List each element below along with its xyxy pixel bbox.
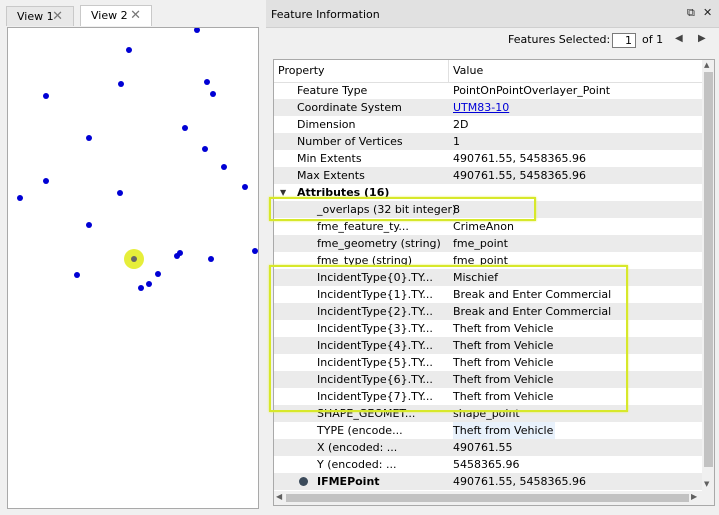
table-row[interactable]: Min Extents 490761.55, 5458365.96 — [274, 150, 702, 167]
property-cell: Dimension — [297, 118, 356, 131]
table-row[interactable]: Max Extents 490761.55, 5458365.96 — [274, 167, 702, 184]
geometry-row[interactable]: IFMEPoint 490761.55, 5458365.96 — [274, 473, 702, 490]
value-cell: Theft from Vehicle — [453, 422, 556, 439]
tab-view-1[interactable]: View 1 ✕ — [6, 6, 74, 26]
vertical-scrollbar[interactable]: ▲ ▼ — [702, 60, 714, 491]
property-cell: Min Extents — [297, 152, 362, 165]
close-panel-icon[interactable]: ✕ — [703, 6, 712, 19]
point — [43, 93, 49, 99]
feature-count-label: of 1 — [642, 33, 664, 46]
point — [118, 81, 124, 87]
geometry-label: IFMEPoint — [317, 475, 380, 488]
point — [210, 91, 216, 97]
vertical-scroll-thumb[interactable] — [704, 72, 713, 467]
selected-point[interactable] — [131, 256, 137, 262]
point — [43, 178, 49, 184]
property-cell: Number of Vertices — [297, 135, 403, 148]
table-row[interactable]: Dimension 2D — [274, 116, 702, 133]
scroll-right-icon[interactable]: ▶ — [691, 492, 697, 501]
value-cell: 490761.55, 5458365.96 — [453, 152, 586, 165]
point — [221, 164, 227, 170]
value-cell: 2D — [453, 118, 469, 131]
tab-view-2[interactable]: View 2 ✕ — [80, 5, 152, 26]
view-tabs: View 1 ✕ View 2 ✕ — [0, 4, 264, 26]
value-cell: 1 — [453, 135, 460, 148]
tab-view-2-label: View 2 — [91, 9, 128, 22]
value-cell: 5458365.96 — [453, 458, 520, 471]
scroll-up-icon[interactable]: ▲ — [704, 61, 709, 69]
column-divider[interactable] — [448, 60, 449, 82]
point — [242, 184, 248, 190]
property-cell: TYPE (encode... — [317, 424, 403, 437]
point — [74, 272, 80, 278]
table-row[interactable]: Coordinate System UTM83-10 — [274, 99, 702, 116]
map-pane: View 1 ✕ View 2 ✕ — [0, 0, 264, 515]
scroll-down-icon[interactable]: ▼ — [704, 480, 709, 488]
feature-index-input[interactable]: 1 — [612, 33, 636, 48]
property-cell: Max Extents — [297, 169, 365, 182]
property-cell: Feature Type — [297, 84, 368, 97]
property-cell: X (encoded: ... — [317, 441, 398, 454]
close-icon[interactable]: ✕ — [52, 7, 63, 27]
point — [194, 28, 200, 33]
horizontal-scroll-thumb[interactable] — [286, 494, 689, 502]
value-cell: 490761.55, 5458365.96 — [453, 475, 586, 488]
feature-information-panel: Feature Information ⧉ ✕ Features Selecte… — [266, 0, 719, 515]
point — [86, 135, 92, 141]
point — [174, 253, 180, 259]
value-cell: 490761.55 — [453, 441, 513, 454]
panel-title: Feature Information — [271, 8, 380, 21]
column-header-value[interactable]: Value — [453, 64, 483, 77]
tab-view-1-label: View 1 — [17, 10, 54, 23]
table-row[interactable]: TYPE (encode... Theft from Vehicle — [274, 422, 702, 439]
point — [202, 146, 208, 152]
point — [182, 125, 188, 131]
previous-feature-icon[interactable]: ◀ — [675, 33, 683, 44]
features-selected-label: Features Selected: — [508, 33, 611, 46]
coordinate-system-link[interactable]: UTM83-10 — [453, 99, 509, 116]
horizontal-scrollbar[interactable]: ◀ ▶ — [274, 491, 702, 505]
point — [138, 285, 144, 291]
close-icon[interactable]: ✕ — [130, 6, 141, 26]
incident-types-highlight-box — [269, 265, 628, 412]
table-row[interactable]: X (encoded: ... 490761.55 — [274, 439, 702, 456]
point — [208, 256, 214, 262]
panel-title-bar: Feature Information ⧉ ✕ — [266, 0, 719, 28]
property-cell: Coordinate System — [297, 101, 402, 114]
map-canvas[interactable] — [7, 27, 259, 509]
scroll-left-icon[interactable]: ◀ — [276, 492, 282, 501]
point — [146, 281, 152, 287]
table-row[interactable]: Number of Vertices 1 — [274, 133, 702, 150]
column-header-property[interactable]: Property — [278, 64, 325, 77]
point-geometry-icon — [299, 477, 308, 486]
point — [17, 195, 23, 201]
point — [155, 271, 161, 277]
property-cell: Y (encoded: ... — [317, 458, 397, 471]
point — [86, 222, 92, 228]
point — [117, 190, 123, 196]
table-row[interactable]: Feature Type PointOnPointOverlayer_Point — [274, 82, 702, 99]
point — [204, 79, 210, 85]
table-header: Property Value — [274, 60, 702, 83]
table-row[interactable]: fme_geometry (string) fme_point — [274, 235, 702, 252]
overlaps-highlight-box — [269, 197, 536, 221]
value-cell: PointOnPointOverlayer_Point — [453, 84, 611, 97]
property-cell: fme_geometry (string) — [317, 237, 441, 250]
table-row[interactable]: Y (encoded: ... 5458365.96 — [274, 456, 702, 473]
next-feature-icon[interactable]: ▶ — [698, 33, 706, 44]
value-cell: 490761.55, 5458365.96 — [453, 169, 586, 182]
map-svg[interactable] — [8, 28, 259, 509]
scrollbar-corner — [702, 491, 714, 505]
float-panel-icon[interactable]: ⧉ — [687, 6, 695, 20]
point — [126, 47, 132, 53]
point — [252, 248, 258, 254]
value-cell: fme_point — [453, 237, 508, 250]
